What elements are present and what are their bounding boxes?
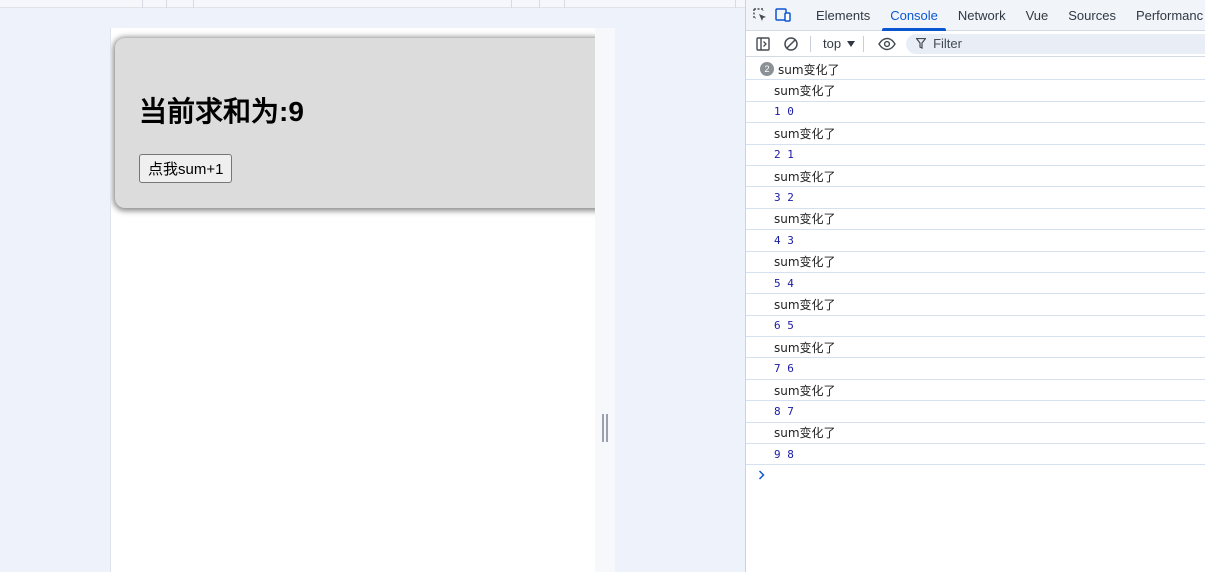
filter-icon	[916, 38, 927, 49]
console-row: 2 1	[746, 145, 1205, 166]
console-message: sum变化了	[774, 340, 836, 355]
inspect-element-icon[interactable]	[752, 4, 768, 26]
console-message: 4 3	[774, 233, 794, 247]
console-message: sum变化了	[774, 255, 836, 270]
repeat-count-badge: 2	[760, 62, 774, 77]
toolbar-separator	[810, 35, 811, 52]
console-message: 6 5	[774, 319, 794, 333]
tab-sources[interactable]: Sources	[1058, 0, 1126, 31]
console-group-row: 2 sum变化了	[746, 59, 1205, 81]
console-prompt[interactable]	[746, 465, 1205, 485]
console-message: sum变化了	[774, 126, 836, 141]
page-gutter	[595, 28, 615, 572]
console-row: sum变化了	[746, 252, 1205, 273]
console-row: 7 6	[746, 358, 1205, 380]
console-row: sum变化了	[746, 166, 1205, 188]
console-row: sum变化了	[746, 423, 1205, 445]
console-message: 3 2	[774, 191, 794, 205]
console-toolbar: top	[746, 31, 1205, 57]
console-message: 2 1	[774, 148, 794, 162]
console-message: 8 7	[774, 404, 794, 418]
console-message: sum变化了	[778, 62, 840, 77]
tab-network[interactable]: Network	[948, 0, 1016, 31]
console-message: 5 4	[774, 276, 794, 290]
console-message: sum变化了	[774, 84, 836, 99]
console-message: 7 6	[774, 362, 794, 376]
console-row: 6 5	[746, 316, 1205, 338]
console-message: sum变化了	[774, 426, 836, 441]
console-message: 1 0	[774, 105, 794, 119]
toolbar-separator	[863, 35, 865, 52]
console-message: sum变化了	[774, 297, 836, 312]
console-row: 8 7	[746, 401, 1205, 423]
console-row: 5 4	[746, 273, 1205, 295]
tab-performance[interactable]: Performanc	[1126, 0, 1205, 31]
filter-box	[906, 33, 1205, 54]
viewport-resize-handle[interactable]	[602, 414, 608, 442]
console-row: sum变化了	[746, 380, 1205, 402]
console-output: 2 sum变化了 sum变化了 1 0 sum变化了 2 1 sum变化了 3 …	[746, 59, 1205, 485]
console-row: 9 8	[746, 444, 1205, 466]
console-message: 9 8	[774, 447, 794, 461]
console-message: sum变化了	[774, 212, 836, 227]
console-message: sum变化了	[774, 383, 836, 398]
tab-console[interactable]: Console	[880, 0, 948, 31]
console-row: sum变化了	[746, 209, 1205, 231]
chevron-right-icon	[758, 470, 765, 480]
console-row: sum变化了	[746, 294, 1205, 316]
console-row: 1 0	[746, 102, 1205, 124]
device-ruler	[0, 0, 745, 8]
tab-vue[interactable]: Vue	[1016, 0, 1059, 31]
tab-elements[interactable]: Elements	[806, 0, 880, 31]
console-message: sum变化了	[774, 169, 836, 184]
clear-console-icon[interactable]	[780, 33, 802, 55]
device-toolbar-icon[interactable]	[774, 4, 792, 26]
counter-card: 当前求和为:9 点我sum+1	[115, 38, 595, 208]
console-row: 4 3	[746, 230, 1205, 252]
rendered-page: 当前求和为:9 点我sum+1	[110, 28, 595, 572]
dropdown-arrow-icon	[847, 40, 856, 47]
sidebar-toggle-icon[interactable]	[752, 33, 774, 55]
devtools-panel: Elements Console Network Vue Sources Per…	[745, 0, 1205, 572]
console-row: sum变化了	[746, 123, 1205, 145]
live-expression-eye-icon[interactable]	[876, 33, 898, 55]
increment-button[interactable]: 点我sum+1	[139, 154, 233, 183]
console-row: sum变化了	[746, 80, 1205, 102]
console-row: sum变化了	[746, 337, 1205, 359]
context-label: top	[823, 36, 842, 51]
console-row: 3 2	[746, 187, 1205, 209]
context-selector[interactable]: top	[823, 36, 856, 51]
sum-heading: 当前求和为:9	[139, 96, 304, 127]
filter-input[interactable]	[933, 36, 1134, 51]
devtools-tab-bar: Elements Console Network Vue Sources Per…	[746, 0, 1205, 31]
browser-viewport: 当前求和为:9 点我sum+1	[0, 0, 745, 572]
